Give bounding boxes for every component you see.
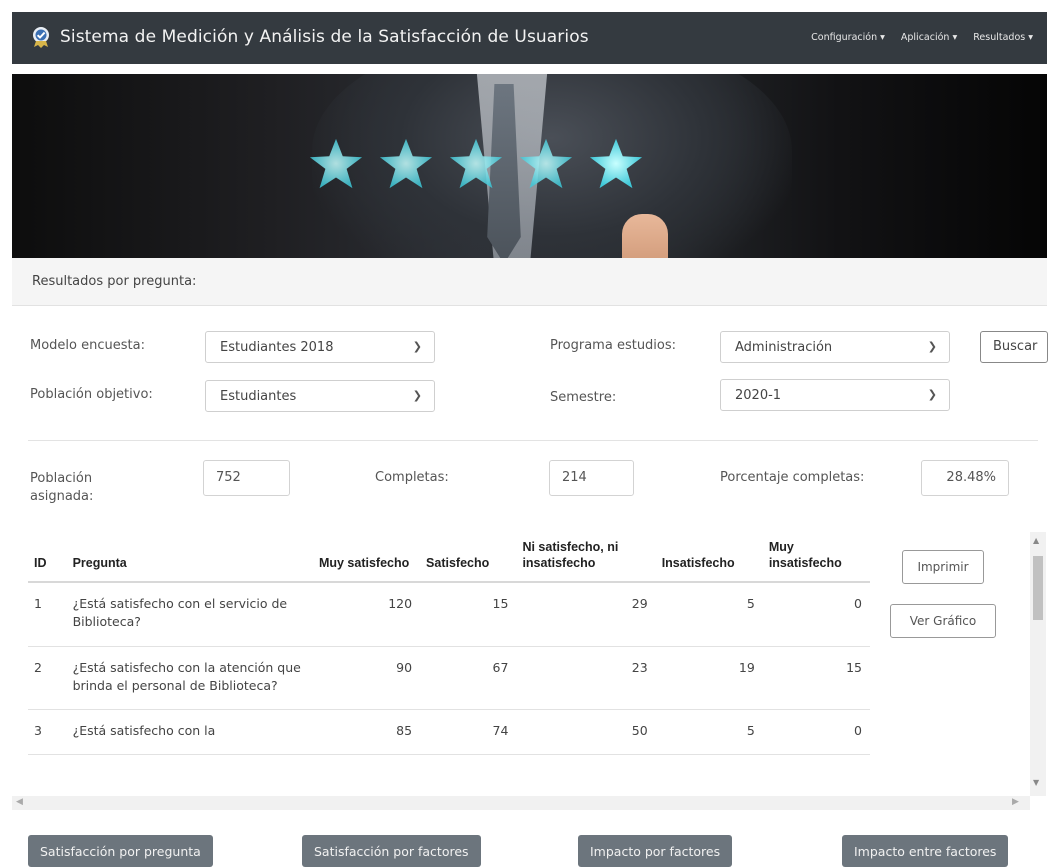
ver-grafico-button[interactable]: Ver Gráfico	[890, 604, 996, 638]
scroll-down-icon[interactable]: ▼	[1033, 778, 1039, 787]
cell-muy-insatisfecho: 15	[762, 646, 870, 710]
semestre-label: Semestre:	[550, 390, 617, 405]
star-icon	[309, 138, 363, 189]
cell-satisfecho: 74	[420, 709, 517, 755]
hero-banner	[12, 74, 1047, 258]
table-row: 3 ¿Está satisfecho con la 85 74 50 5 0	[28, 709, 870, 755]
cell-muy-satisfecho: 120	[312, 582, 421, 647]
semestre-select[interactable]: 2020-1 ❯	[720, 379, 950, 411]
poblacion-asignada-value: 752	[203, 460, 290, 496]
star-icon	[379, 138, 433, 189]
horizontal-scrollbar[interactable]: ◀ ▶	[12, 796, 1030, 810]
cell-muy-satisfecho: 90	[312, 646, 421, 710]
results-table-container: ID Pregunta Muy satisfecho Satisfecho Ni…	[28, 532, 1046, 810]
star-icon	[589, 138, 643, 189]
satisfaccion-por-pregunta-button[interactable]: Satisfacción por pregunta	[28, 835, 213, 867]
top-navbar: Sistema de Medición y Análisis de la Sat…	[12, 12, 1047, 64]
cell-muy-satisfecho: 85	[312, 709, 421, 755]
completas-value: 214	[549, 460, 634, 496]
cell-insatisfecho: 19	[655, 646, 763, 710]
star-icon	[519, 138, 573, 189]
scroll-right-icon[interactable]: ▶	[1012, 797, 1019, 807]
cell-ni: 29	[516, 582, 656, 647]
rating-stars	[307, 136, 645, 192]
cell-pregunta: ¿Está satisfecho con el servicio de Bibl…	[66, 582, 313, 647]
cell-ni: 23	[516, 646, 656, 710]
menu-configuracion[interactable]: Configuración ▾	[811, 32, 885, 43]
programa-value: Administración	[735, 340, 833, 355]
cell-muy-insatisfecho: 0	[762, 582, 870, 647]
semestre-value: 2020-1	[735, 388, 782, 403]
col-ni: Ni satisfecho, ni insatisfecho	[516, 532, 656, 584]
divider	[28, 440, 1038, 441]
star-icon	[449, 138, 503, 189]
cell-muy-insatisfecho: 0	[762, 709, 870, 755]
scroll-up-icon[interactable]: ▲	[1033, 536, 1039, 545]
poblacion-select[interactable]: Estudiantes ❯	[205, 380, 435, 412]
poblacion-asignada-label: Población asignada:	[30, 471, 94, 504]
table-row: 2 ¿Está satisfecho con la atención que b…	[28, 646, 870, 710]
results-table: ID Pregunta Muy satisfecho Satisfecho Ni…	[28, 532, 870, 755]
cell-satisfecho: 67	[420, 646, 517, 710]
vertical-scrollbar[interactable]: ▲ ▼	[1030, 532, 1046, 796]
chevron-down-icon: ❯	[927, 388, 937, 401]
poblacion-label: Población objetivo:	[30, 387, 153, 402]
col-satisfecho: Satisfecho	[420, 532, 517, 584]
cell-pregunta: ¿Está satisfecho con la atención que bri…	[66, 646, 313, 710]
satisfaccion-por-factores-button[interactable]: Satisfacción por factores	[302, 835, 481, 867]
app-title[interactable]: Sistema de Medición y Análisis de la Sat…	[60, 27, 589, 47]
table-header-row: ID Pregunta Muy satisfecho Satisfecho Ni…	[28, 532, 870, 584]
cell-id: 3	[28, 709, 67, 755]
programa-select[interactable]: Administración ❯	[720, 331, 950, 363]
menu-aplicacion[interactable]: Aplicación ▾	[901, 32, 957, 43]
chevron-down-icon: ❯	[412, 389, 422, 402]
chevron-down-icon: ❯	[412, 340, 422, 353]
nav-menu: Configuración ▾ Aplicación ▾ Resultados …	[811, 32, 1033, 43]
cell-insatisfecho: 5	[655, 709, 763, 755]
chevron-down-icon: ❯	[927, 340, 937, 353]
scrollbar-thumb[interactable]	[1033, 556, 1043, 620]
scroll-left-icon[interactable]: ◀	[16, 797, 23, 807]
section-title: Resultados por pregunta:	[32, 274, 197, 289]
logo-icon	[33, 27, 49, 48]
col-id: ID	[28, 532, 67, 584]
cell-id: 2	[28, 646, 67, 710]
impacto-por-factores-button[interactable]: Impacto por factores	[578, 835, 733, 867]
col-muy-insatisfecho: Muy insatisfecho	[762, 532, 870, 584]
programa-label: Programa estudios:	[550, 338, 677, 353]
buscar-button[interactable]: Buscar	[980, 331, 1048, 363]
hero-hand	[622, 214, 668, 258]
poblacion-value: Estudiantes	[220, 389, 297, 404]
cell-insatisfecho: 5	[655, 582, 763, 647]
impacto-entre-factores-button[interactable]: Impacto entre factores	[842, 835, 1009, 867]
imprimir-button[interactable]: Imprimir	[902, 550, 984, 584]
porcentaje-value: 28.48%	[921, 460, 1009, 496]
cell-pregunta: ¿Está satisfecho con la	[66, 709, 313, 755]
menu-resultados[interactable]: Resultados ▾	[973, 32, 1033, 43]
cell-ni: 50	[516, 709, 656, 755]
col-insatisfecho: Insatisfecho	[655, 532, 763, 584]
cell-satisfecho: 15	[420, 582, 517, 647]
porcentaje-label: Porcentaje completas:	[720, 470, 865, 485]
completas-label: Completas:	[375, 470, 449, 485]
col-muy-satisfecho: Muy satisfecho	[312, 532, 421, 584]
section-header: Resultados por pregunta:	[12, 258, 1047, 306]
modelo-value: Estudiantes 2018	[220, 340, 334, 355]
cell-id: 1	[28, 582, 67, 647]
modelo-label: Modelo encuesta:	[30, 338, 145, 353]
table-row: 1 ¿Está satisfecho con el servicio de Bi…	[28, 582, 870, 647]
modelo-select[interactable]: Estudiantes 2018 ❯	[205, 331, 435, 363]
col-pregunta: Pregunta	[66, 532, 313, 584]
